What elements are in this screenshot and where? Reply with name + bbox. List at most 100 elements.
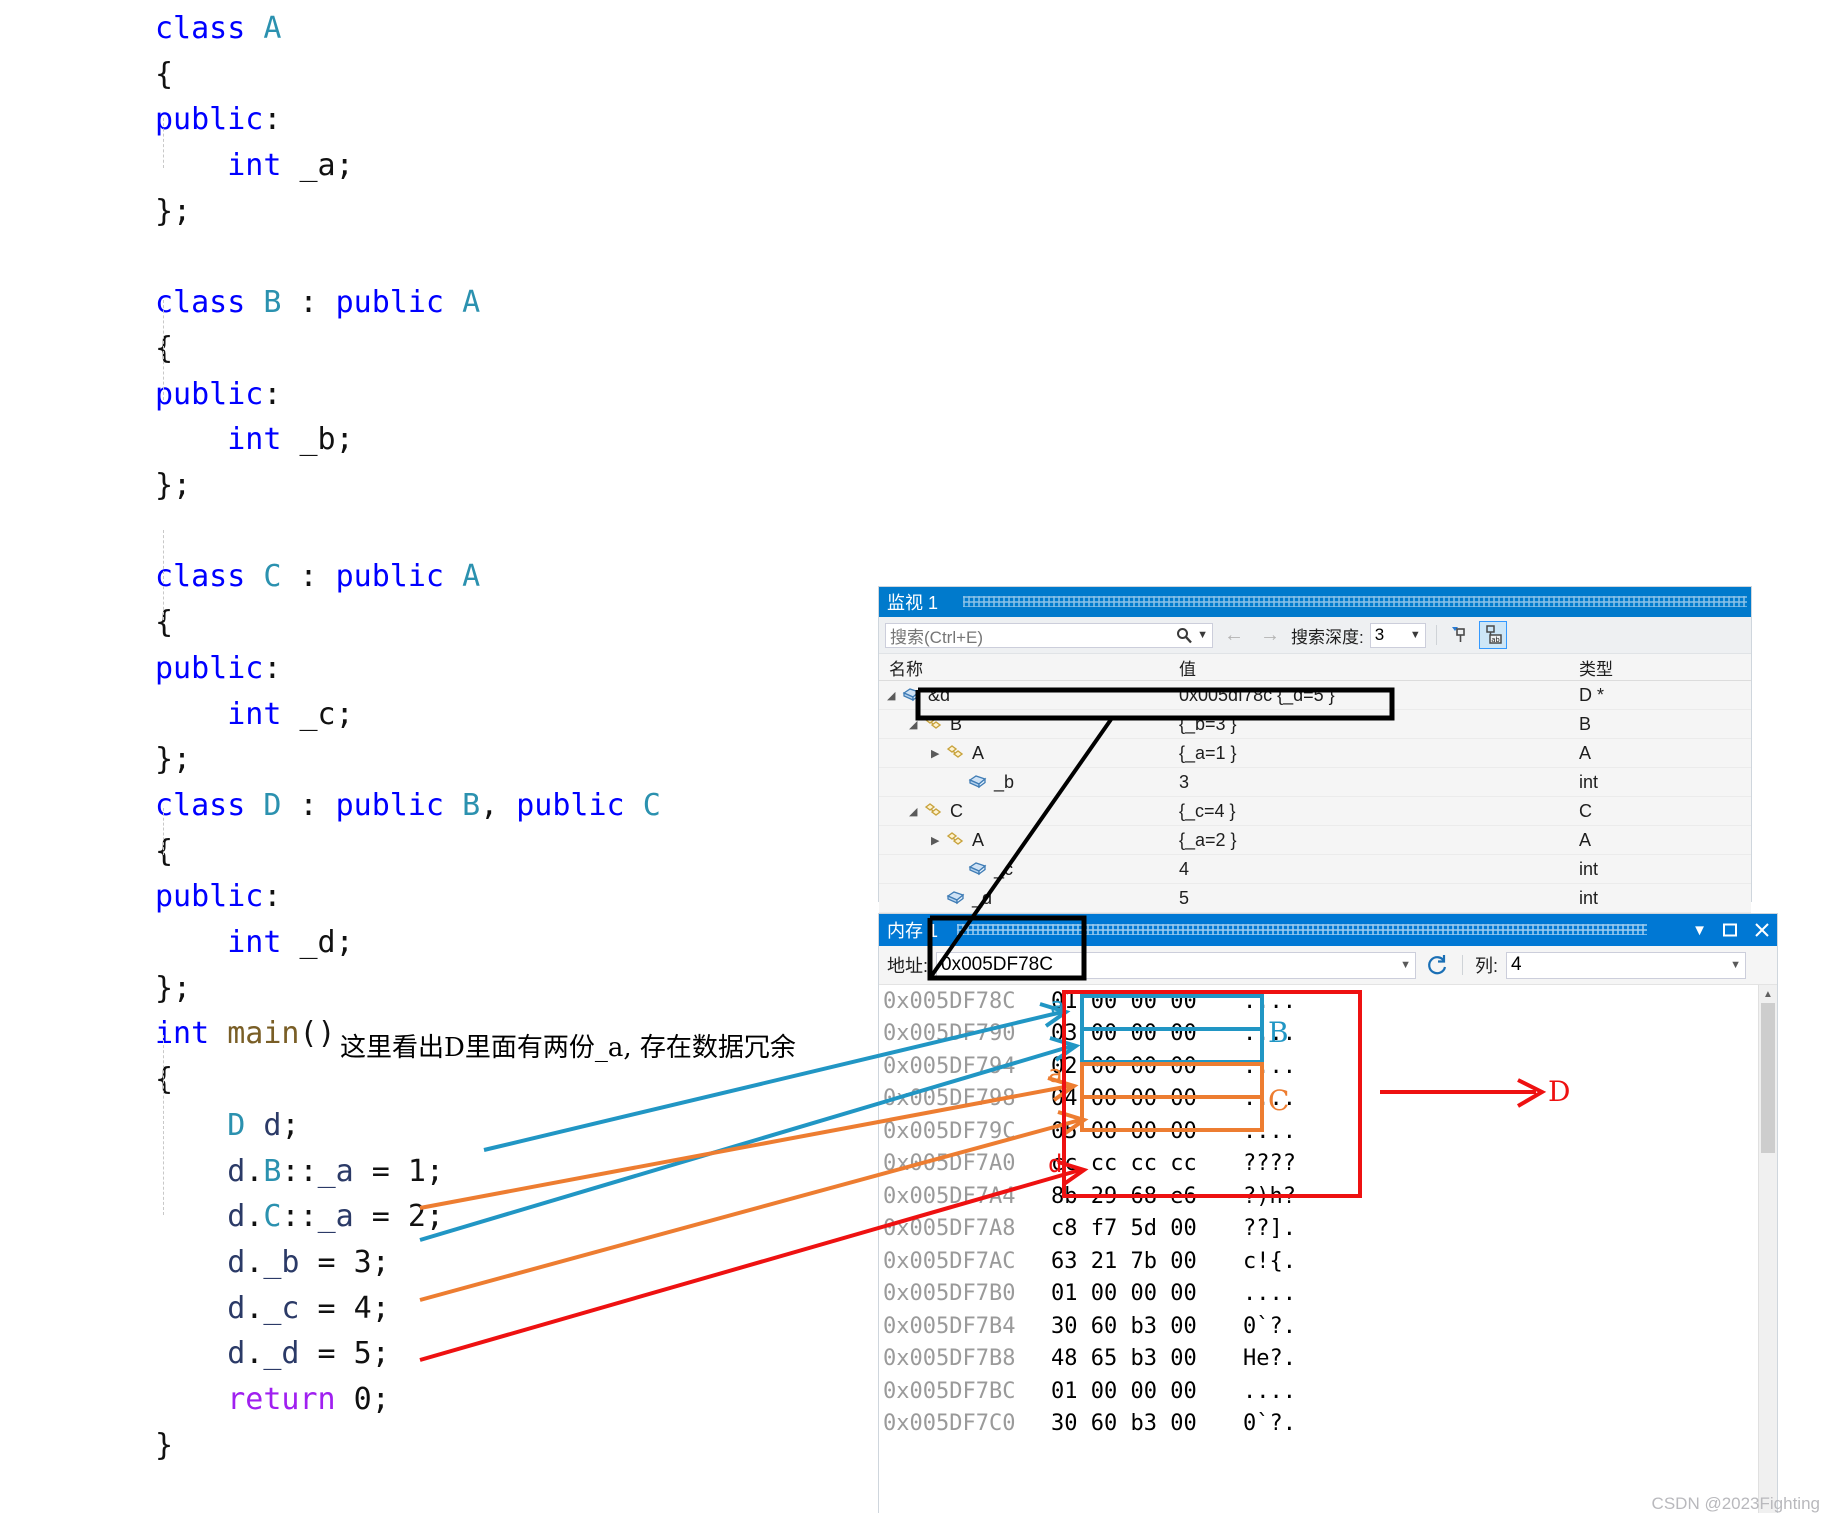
code-line: d.B::_a = 1;	[155, 1149, 444, 1195]
watch-row-value[interactable]: 0x005df78c {_d=5 }	[1179, 685, 1579, 706]
collapse-triangle-icon[interactable]: ◢	[909, 805, 923, 818]
memory-row[interactable]: 0x005DF7B8 48 65 b3 00 He?.	[879, 1343, 1777, 1376]
memory-row-hex[interactable]: 01 00 00 00	[1051, 1281, 1243, 1306]
search-dropdown-icon[interactable]: ▼	[1197, 629, 1208, 641]
memory-row[interactable]: 0x005DF79C 05 00 00 00....	[879, 1115, 1777, 1148]
watch-col-type[interactable]: 类型	[1579, 655, 1613, 680]
search-depth-label: 搜索深度:	[1291, 627, 1364, 647]
chevron-down-icon[interactable]: ▼	[1400, 959, 1411, 971]
memory-row-ascii: ?)h?	[1243, 1183, 1296, 1209]
memory-row-hex[interactable]: 02 00 00 00	[1051, 1054, 1243, 1079]
code-line: int main()	[155, 1011, 336, 1057]
expand-triangle-icon[interactable]: ▶	[931, 747, 945, 760]
memory-row[interactable]: 0x005DF7BC 01 00 00 00....	[879, 1375, 1777, 1408]
scrollbar-thumb[interactable]	[1761, 1003, 1775, 1153]
code-token: main	[227, 1016, 300, 1052]
memory-row-hex[interactable]: 03 00 00 00	[1051, 1021, 1243, 1046]
memory-row[interactable]: 0x005DF7A0 cc cc cc cc????	[879, 1148, 1777, 1181]
watch-row[interactable]: ◢ &d 0x005df78c {_d=5 } D *	[879, 681, 1751, 710]
code-token: public	[155, 376, 264, 412]
code-token: }	[155, 1427, 174, 1463]
indent-guide	[163, 300, 164, 400]
watch-row[interactable]: ▶ A {_a=2 } A	[879, 826, 1751, 855]
expand-triangle-icon[interactable]: ▶	[931, 834, 945, 847]
code-token: .	[245, 1336, 264, 1372]
watch-window-titlebar[interactable]: 监视 1	[879, 587, 1751, 617]
code-line: class C : public A	[155, 554, 480, 600]
watch-row-value[interactable]: 3	[1179, 772, 1579, 793]
memory-row-hex[interactable]: 05 00 00 00	[1051, 1119, 1243, 1144]
watch-row-value[interactable]: {_a=1 }	[1179, 743, 1579, 764]
memory-row-address: 0x005DF790	[883, 1021, 1016, 1047]
memory-row-hex[interactable]: 01 00 00 00	[1051, 989, 1243, 1014]
mem-label-a-blue: a	[1050, 992, 1065, 1020]
watch-col-value[interactable]: 值	[1179, 655, 1579, 680]
watch-row-value[interactable]: {_a=2 }	[1179, 830, 1579, 851]
watch-row[interactable]: _b 3 int	[879, 768, 1751, 797]
svg-text:ab: ab	[1491, 636, 1499, 644]
code-line: int _a;	[155, 143, 353, 189]
memory-row-hex[interactable]: 63 21 7b 00	[1051, 1249, 1243, 1274]
collapse-triangle-icon[interactable]: ◢	[887, 689, 901, 702]
code-token: public	[335, 787, 463, 823]
chevron-down-icon[interactable]: ▼	[1730, 959, 1741, 971]
watch-row-value[interactable]: 4	[1179, 859, 1579, 880]
memory-columns-input[interactable]: 4 ▼	[1506, 951, 1747, 979]
watch-col-name[interactable]: 名称	[879, 655, 1179, 680]
watch-row[interactable]: ▶ A {_a=1 } A	[879, 739, 1751, 768]
code-line: int _c;	[155, 692, 353, 738]
scroll-up-icon[interactable]: ▲	[1759, 985, 1777, 1003]
watch-row[interactable]: _c 4 int	[879, 855, 1751, 884]
code-line: };	[155, 966, 191, 1012]
code-line: d._b = 3;	[155, 1240, 390, 1286]
watch-row-value[interactable]: {_c=4 }	[1179, 801, 1579, 822]
watch-row-type: C	[1579, 800, 1592, 821]
watch-row[interactable]: ◢ C {_c=4 } C	[879, 797, 1751, 826]
memory-row-hex[interactable]: c8 f7 5d 00	[1051, 1216, 1243, 1241]
window-dropdown-icon[interactable]: ▼	[1692, 922, 1707, 939]
memory-row-ascii: ....	[1243, 1053, 1296, 1079]
watch-row-value[interactable]: {_b=3 }	[1179, 714, 1579, 735]
memory-scrollbar[interactable]: ▲	[1758, 985, 1777, 1513]
memory-row-hex[interactable]: 30 60 b3 00	[1051, 1411, 1243, 1436]
search-depth-select[interactable]: 3 ▼	[1369, 622, 1426, 648]
memory-row[interactable]: 0x005DF7AC 63 21 7b 00 c!{.	[879, 1245, 1777, 1278]
memory-row-hex[interactable]: 04 00 00 00	[1051, 1086, 1243, 1111]
watch-row[interactable]: ◢ B {_b=3 } B	[879, 710, 1751, 739]
memory-row[interactable]: 0x005DF7A8 c8 f7 5d 00??].	[879, 1213, 1777, 1246]
pin-filter-icon[interactable]	[1447, 622, 1473, 648]
code-line: {	[155, 829, 173, 875]
memory-row[interactable]: 0x005DF7B0 01 00 00 00....	[879, 1278, 1777, 1311]
memory-row[interactable]: 0x005DF7B4 30 60 b3 00 0`?.	[879, 1310, 1777, 1343]
memory-row[interactable]: 0x005DF790 03 00 00 00....	[879, 1018, 1777, 1051]
code-token: public	[335, 559, 463, 595]
memory-row-hex[interactable]: cc cc cc cc	[1051, 1151, 1243, 1176]
memory-row-ascii: 0`?.	[1243, 1411, 1296, 1437]
memory-row[interactable]: 0x005DF78C 01 00 00 00....	[879, 985, 1777, 1018]
close-icon[interactable]	[1753, 921, 1771, 939]
watch-row-value[interactable]: 5	[1179, 888, 1579, 909]
refresh-icon[interactable]	[1424, 952, 1450, 978]
memory-row-hex[interactable]: 01 00 00 00	[1051, 1379, 1243, 1404]
memory-address-input[interactable]: 0x005DF78C ▼	[936, 951, 1417, 979]
watch-back-button[interactable]: ←	[1219, 624, 1249, 647]
memory-row-hex[interactable]: 30 60 b3 00	[1051, 1314, 1243, 1339]
memory-row-hex[interactable]: 8b 29 68 e6	[1051, 1184, 1243, 1209]
watch-search-input[interactable]: 搜索(Ctrl+E) ▼	[885, 622, 1213, 648]
watch-row[interactable]: _d 5 int	[879, 884, 1751, 913]
memory-row[interactable]: 0x005DF7A4 8b 29 68 e6 ?)h?	[879, 1180, 1777, 1213]
code-line: }	[155, 1423, 173, 1469]
watch-forward-button[interactable]: →	[1255, 624, 1285, 647]
code-token: ::	[281, 1153, 318, 1189]
memory-row-hex[interactable]: 48 65 b3 00	[1051, 1346, 1243, 1371]
hex-display-icon[interactable]: ab	[1478, 621, 1507, 649]
memory-row[interactable]: 0x005DF798 04 00 00 00....	[879, 1083, 1777, 1116]
memory-row[interactable]: 0x005DF794 02 00 00 00....	[879, 1050, 1777, 1083]
code-token: {	[155, 1062, 174, 1098]
collapse-triangle-icon[interactable]: ◢	[909, 718, 923, 731]
indent-guide	[163, 530, 164, 620]
memory-row-ascii: ....	[1243, 1086, 1296, 1112]
maximize-icon[interactable]	[1721, 921, 1739, 939]
memory-window-titlebar[interactable]: 内存 1 ▼	[879, 914, 1777, 946]
memory-row[interactable]: 0x005DF7C0 30 60 b3 00 0`?.	[879, 1408, 1777, 1441]
